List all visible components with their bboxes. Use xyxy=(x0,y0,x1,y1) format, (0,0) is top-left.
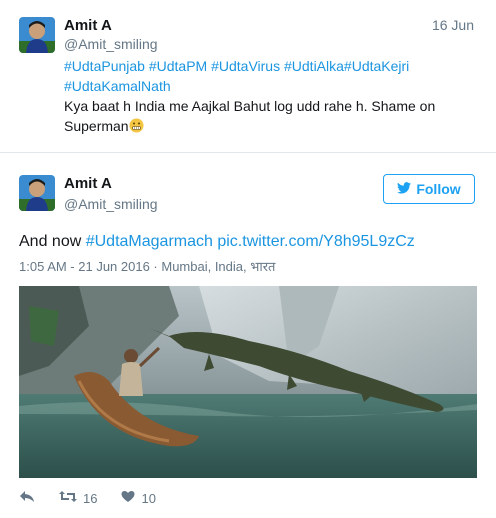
twitter-bird-icon xyxy=(397,181,412,197)
hashtag-link[interactable]: #UdtaKamalNath xyxy=(64,78,171,94)
media-link[interactable]: pic.twitter.com/Y8h95L9zCz xyxy=(217,233,414,250)
follow-label: Follow xyxy=(416,181,461,197)
reply-button[interactable] xyxy=(19,490,35,506)
author-name[interactable]: Amit A xyxy=(64,175,112,192)
author-handle[interactable]: @Amit_smiling xyxy=(64,196,158,212)
hashtag-link[interactable]: #UdtaMagarmach xyxy=(86,233,213,250)
hashtag-link[interactable]: #UdtaVirus xyxy=(211,58,280,74)
hashtag-link[interactable]: #UdtaKejri xyxy=(344,58,409,74)
author-handle[interactable]: @Amit_smiling xyxy=(64,36,158,52)
tweet-text-line: Kya baat h India me Aajkal Bahut log udd… xyxy=(64,96,474,136)
author-name[interactable]: Amit A xyxy=(64,17,112,34)
tweet-meta[interactable]: 1:05 AM - 21 Jun 2016 · Mumbai, India, भ… xyxy=(19,257,275,275)
hashtag-line: #UdtaPunjab #UdtaPM #UdtaVirus #UdtiAlka… xyxy=(64,56,474,76)
tweet-text: Kya baat h India me Aajkal Bahut log udd… xyxy=(64,98,436,134)
retweet-button[interactable]: 16 xyxy=(59,490,97,506)
tweet-text-prefix: And now xyxy=(19,233,82,250)
tweet-body: #UdtaPunjab #UdtaPM #UdtaVirus #UdtiAlka… xyxy=(64,56,474,136)
tweet-media-image[interactable] xyxy=(19,286,477,478)
hashtag-link[interactable]: #UdtaPunjab xyxy=(64,58,145,74)
heart-icon xyxy=(121,490,135,506)
like-button[interactable]: 10 xyxy=(121,490,156,506)
hashtag-link[interactable]: #UdtiAlka xyxy=(284,58,344,74)
tweet-date[interactable]: 16 Jun xyxy=(432,17,474,33)
hashtag-line: #UdtaKamalNath xyxy=(64,76,474,96)
avatar[interactable] xyxy=(19,17,55,53)
tweet-text: And now #UdtaMagarmach pic.twitter.com/Y… xyxy=(19,233,415,251)
tweet-card-2: Amit A @Amit_smiling Follow And now #Udt… xyxy=(0,154,496,518)
tweet-card-1: Amit A @Amit_smiling 16 Jun #UdtaPunjab … xyxy=(0,0,496,153)
follow-button[interactable]: Follow xyxy=(383,174,475,204)
tweet-actions: 16 10 xyxy=(19,488,180,508)
hashtag-link[interactable]: #UdtaPM xyxy=(149,58,207,74)
avatar[interactable] xyxy=(19,175,55,211)
retweet-count: 16 xyxy=(83,490,98,506)
reply-icon xyxy=(19,490,35,506)
retweet-icon xyxy=(59,490,77,506)
grimacing-face-emoji xyxy=(129,118,144,133)
like-count: 10 xyxy=(141,490,156,506)
